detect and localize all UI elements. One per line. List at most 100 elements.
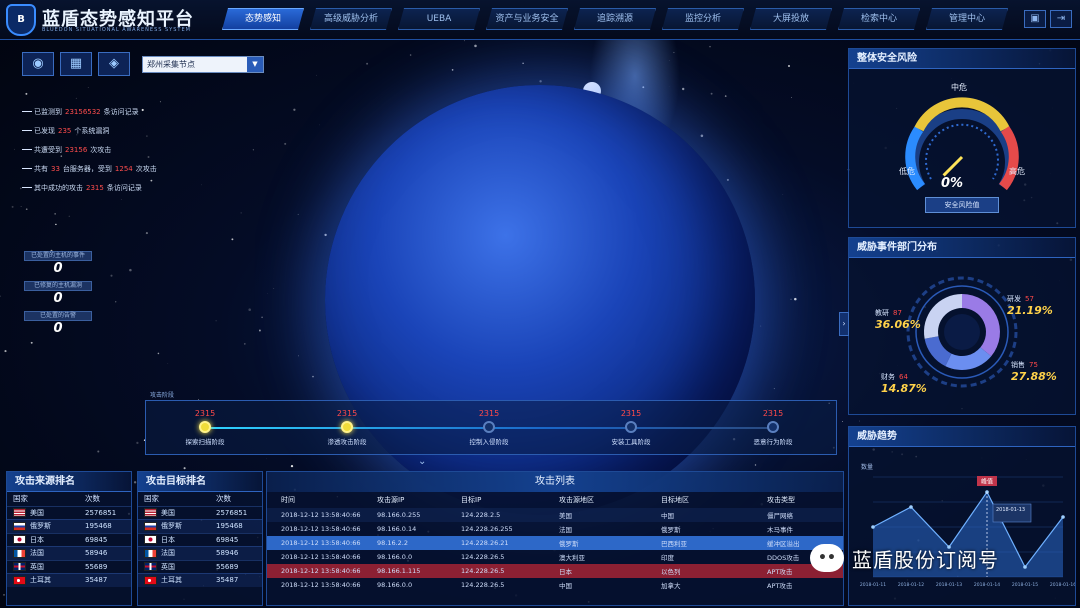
star — [522, 62, 524, 65]
stage-dot — [625, 421, 637, 433]
star — [25, 208, 28, 211]
attack-row[interactable]: 2018-12-12 13:58:40:66 98.166.0.255 124.22… — [267, 508, 843, 522]
stat-text: 个系统漏洞 — [74, 126, 110, 135]
globe-icon[interactable]: ◉ — [22, 52, 54, 76]
trend-point[interactable] — [1061, 515, 1065, 519]
attack-cell-type: 僵尸网络 — [767, 512, 793, 520]
dept-title: 威胁事件部门分布 — [849, 238, 1075, 258]
attack-cell-dst-region: 中国 — [661, 512, 674, 520]
rank-row[interactable]: 俄罗斯 195468 — [7, 519, 131, 533]
china-map-icon[interactable]: ◈ — [98, 52, 130, 76]
star — [273, 288, 275, 289]
flag-uk-icon — [144, 562, 157, 572]
trend-chart: 数量 2018-01-11 2018-01-12 2018-01-13 2018-01-… — [860, 463, 1075, 588]
donut-center — [944, 314, 980, 350]
star — [293, 108, 296, 111]
attack-row[interactable]: 2018-12-12 13:58:40:66 98.166.0.0 124.228.… — [267, 550, 843, 564]
timeline-stage-2[interactable]: 2315 控制入侵阶段 — [454, 409, 524, 446]
flag-us-icon — [144, 508, 157, 518]
risk-high-label: 高危 — [1009, 167, 1025, 176]
star — [157, 352, 160, 355]
timeline-stage-3[interactable]: 2315 安装工具阶段 — [596, 409, 666, 446]
rank-row[interactable]: 土耳其 35487 — [138, 573, 262, 587]
star — [115, 301, 117, 303]
star — [110, 274, 113, 277]
rank-row[interactable]: 法国 58946 — [138, 546, 262, 560]
risk-mid-label: 中危 — [951, 83, 967, 92]
star — [252, 149, 255, 151]
main-nav: 态势感知 高级威胁分析 UEBA 资产与业务安全 追踪溯源 监控分析 大屏投放 检索中心 管理中… — [222, 8, 1008, 30]
attack-cell-time: 2018-12-12 13:58:40:66 — [281, 511, 361, 519]
screen-icon[interactable]: ▣ — [1024, 10, 1046, 28]
stat-line-0: 已监测到 23156532 条访问记录 — [22, 102, 157, 121]
donut-slice-1[interactable] — [945, 347, 992, 370]
rank-country: 法国 — [161, 549, 175, 558]
stat-number: 235 — [58, 126, 72, 135]
rank-row[interactable]: 美国 2576851 — [7, 505, 131, 520]
node-select-value: 郑州采集节点 — [147, 60, 195, 69]
star — [3, 594, 5, 596]
timeline-stage-4[interactable]: 2315 恶意行为阶段 — [738, 409, 808, 446]
counter-value: 0 — [53, 261, 63, 276]
source-rank-table: 国家 次数 美国 2576851 俄罗斯 195468 日本 69845 法国 58946 英国 55… — [7, 492, 131, 587]
star — [794, 297, 797, 301]
risk-title: 整体安全风险 — [849, 49, 1075, 69]
attack-cell-src-region: 日本 — [559, 568, 572, 576]
trend-point[interactable] — [871, 525, 875, 529]
chevron-right-icon[interactable]: › — [839, 312, 849, 336]
rank-country: 土耳其 — [161, 576, 182, 585]
nav-tab-7[interactable]: 检索中心 — [838, 8, 920, 30]
watermark-text: 蓝盾股份订阅号 — [852, 547, 999, 572]
stat-line-3: 共有 33 台服务器，受到 1254 次攻击 — [22, 159, 157, 178]
attack-list-table: 时间 攻击源IP 目标IP 攻击源地区 目标地区 攻击类型 2018-12-12 13:58… — [267, 492, 843, 592]
rank-row[interactable]: 日本 69845 — [138, 532, 262, 547]
rank-row[interactable]: 英国 55689 — [138, 559, 262, 574]
rank-row[interactable]: 俄罗斯 195468 — [138, 519, 262, 533]
nav-tab-8[interactable]: 管理中心 — [926, 8, 1008, 30]
nav-tab-0[interactable]: 态势感知 — [222, 8, 304, 30]
logout-icon[interactable]: ⇥ — [1050, 10, 1072, 28]
attack-row[interactable]: 2018-12-12 13:58:40:66 98.166.1.115 124.22… — [267, 564, 843, 578]
counter-label[interactable]: 已修复的主机漏洞 — [24, 281, 92, 291]
attack-cell-src: 98.166.0.14 — [377, 525, 417, 533]
rank-row[interactable]: 法国 58946 — [7, 546, 131, 560]
counter-value: 0 — [53, 291, 63, 306]
chevron-down-icon[interactable]: ⌄ — [418, 456, 426, 467]
stage-count: 2315 — [620, 409, 642, 418]
stage-name: 探索扫描阶段 — [185, 438, 225, 446]
rank-row[interactable]: 美国 2576851 — [138, 505, 262, 520]
counter-label[interactable]: 已处置的告警 — [24, 311, 92, 321]
rank-count: 69845 — [85, 535, 108, 544]
timeline-stage-0[interactable]: 2315 探索扫描阶段 — [170, 409, 240, 446]
nav-tab-4[interactable]: 追踪溯源 — [574, 8, 656, 30]
timeline-stage-1[interactable]: 2315 渗透攻击阶段 — [312, 409, 382, 446]
stat-text: 条访问记录 — [106, 183, 142, 192]
attack-row[interactable]: 2018-12-12 13:58:40:66 98.166.0.0 124.228.… — [267, 578, 843, 592]
attack-row[interactable]: 2018-12-12 13:58:40:66 98.16.2.2 124.228.2… — [267, 536, 843, 550]
rank-row[interactable]: 土耳其 35487 — [7, 573, 131, 587]
rank-count: 195468 — [85, 522, 112, 531]
chevron-down-icon[interactable]: ▼ — [247, 57, 263, 72]
attack-cell-src-region: 俄罗斯 — [559, 540, 579, 548]
nav-tab-6[interactable]: 大屏投放 — [750, 8, 832, 30]
rank-count: 2576851 — [85, 508, 117, 517]
world-map-icon[interactable]: ▦ — [60, 52, 92, 76]
node-select[interactable]: 郑州采集节点 ▼ — [142, 56, 264, 73]
nav-tab-1[interactable]: 高级威胁分析 — [310, 8, 392, 30]
star — [682, 87, 685, 91]
nav-tab-3[interactable]: 资产与业务安全 — [486, 8, 568, 30]
risk-value-button[interactable]: 安全风险值 — [925, 197, 999, 213]
stat-dash — [22, 130, 32, 131]
attack-col-header: 攻击类型 — [767, 496, 795, 504]
star — [474, 44, 477, 48]
counter-label[interactable]: 已处置的主机的事件 — [24, 251, 92, 261]
attack-row[interactable]: 2018-12-12 13:58:40:66 98.166.0.14 124.228… — [267, 522, 843, 536]
nav-tab-5[interactable]: 监控分析 — [662, 8, 744, 30]
star — [297, 213, 299, 215]
rank-row[interactable]: 英国 55689 — [7, 559, 131, 574]
trend-point[interactable] — [909, 505, 913, 509]
rank-row[interactable]: 日本 69845 — [7, 532, 131, 547]
nav-tab-2[interactable]: UEBA — [398, 8, 480, 30]
star — [539, 80, 542, 83]
stat-number: 1254 — [114, 164, 133, 173]
